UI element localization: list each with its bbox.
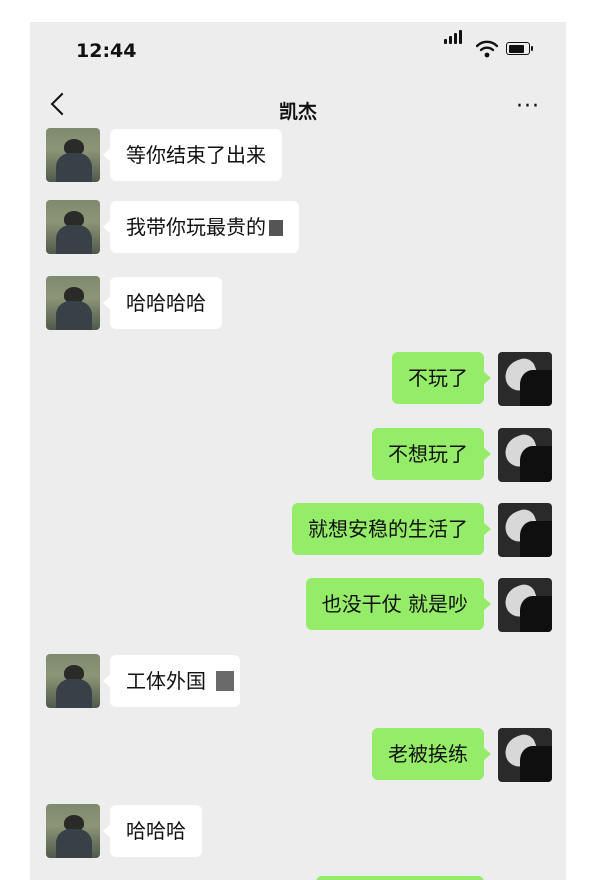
message-text: 就想安稳的生活了: [308, 517, 468, 541]
received-message-bubble[interactable]: 我带你玩最贵的: [103, 201, 299, 253]
chat-screen: 12:44 凯杰 ··· 等你结束了出来 我带你玩最贵的 哈哈哈哈 不玩了 不想…: [30, 22, 566, 880]
status-bar: 12:44: [30, 22, 566, 80]
message-row: 就想安稳的生活了: [30, 503, 566, 557]
user-avatar[interactable]: [498, 728, 552, 782]
message-row: 老被挨练: [30, 728, 566, 782]
message-text: 等你结束了出来: [126, 143, 266, 167]
contact-avatar[interactable]: [46, 128, 100, 182]
message-text: 工体外国: [126, 669, 206, 693]
redacted-block: [216, 671, 234, 691]
contact-avatar[interactable]: [46, 276, 100, 330]
message-row: 不玩了: [30, 352, 566, 406]
battery-icon: [506, 42, 533, 55]
user-avatar[interactable]: [498, 428, 552, 482]
received-message-bubble[interactable]: 哈哈哈哈: [103, 277, 222, 329]
message-text: 也没干仗 就是吵: [321, 592, 468, 616]
sent-message-bubble[interactable]: 也没干仗 就是吵: [305, 578, 492, 630]
message-row: 也没干仗 就是吵: [30, 578, 566, 632]
message-row: 哈哈哈: [30, 804, 566, 858]
received-message-bubble[interactable]: 哈哈哈: [103, 805, 202, 857]
message-text: 我带你玩最贵的: [126, 215, 266, 239]
redacted-block: [269, 220, 283, 236]
chat-header: 凯杰 ···: [30, 84, 566, 132]
wifi-icon: [476, 40, 498, 58]
contact-avatar[interactable]: [46, 654, 100, 708]
message-row: 等你结束了出来: [30, 128, 566, 182]
status-time: 12:44: [76, 40, 137, 62]
sent-message-bubble[interactable]: 就想安稳的生活了: [292, 503, 491, 555]
message-row: 哈哈哈哈: [30, 276, 566, 330]
contact-avatar[interactable]: [46, 804, 100, 858]
message-text: 哈哈哈: [126, 819, 186, 843]
message-row: 不想玩了: [30, 428, 566, 482]
sent-message-bubble-partial: [316, 876, 484, 880]
user-avatar[interactable]: [498, 352, 552, 406]
user-avatar[interactable]: [498, 578, 552, 632]
sent-message-bubble[interactable]: 老被挨练: [372, 728, 491, 780]
message-text: 不玩了: [408, 366, 468, 390]
message-text: 不想玩了: [388, 442, 468, 466]
user-avatar[interactable]: [498, 503, 552, 557]
received-message-bubble[interactable]: 等你结束了出来: [103, 129, 282, 181]
message-text: 哈哈哈哈: [126, 291, 206, 315]
message-row: 工体外国: [30, 654, 566, 708]
chat-title: 凯杰: [278, 101, 317, 123]
more-options-icon[interactable]: ···: [516, 94, 540, 119]
message-text: 老被挨练: [388, 742, 468, 766]
sent-message-bubble[interactable]: 不想玩了: [372, 428, 491, 480]
contact-avatar[interactable]: [46, 200, 100, 254]
received-message-bubble[interactable]: 工体外国: [103, 655, 240, 707]
message-row: 我带你玩最贵的: [30, 200, 566, 254]
sent-message-bubble[interactable]: 不玩了: [392, 352, 491, 404]
